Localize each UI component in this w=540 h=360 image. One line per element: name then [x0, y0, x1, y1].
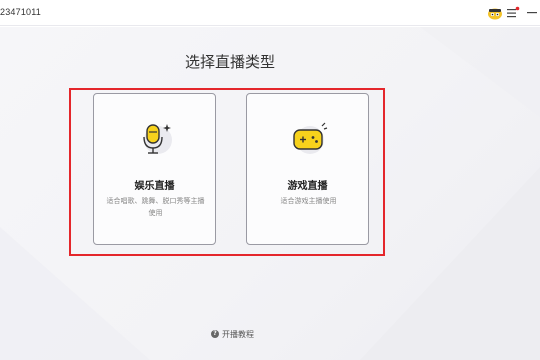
minimize-icon[interactable]	[527, 12, 537, 14]
tutorial-link[interactable]: ? 开播教程	[211, 328, 254, 340]
microphone-icon	[143, 124, 172, 154]
gamepad-icon	[293, 122, 328, 154]
hamburger-menu-icon[interactable]	[506, 6, 520, 20]
title-bar: 23471011	[0, 0, 540, 26]
help-circle-icon: ?	[211, 330, 219, 338]
card-description: 适合唱歌、跳舞、脱口秀等主播使用	[106, 197, 205, 217]
room-id: 23471011	[0, 7, 41, 17]
tutorial-label: 开播教程	[222, 329, 254, 339]
entertainment-live-card[interactable]: 娱乐直播 适合唱歌、跳舞、脱口秀等主播使用	[93, 93, 216, 245]
main-panel: 选择直播类型 娱乐直播 适合唱歌、跳舞、脱口秀等主播使用 游戏直播 适合游戏主播…	[0, 27, 540, 360]
page-title: 选择直播类型	[184, 53, 275, 71]
card-title: 娱乐直播	[134, 181, 175, 192]
notification-dot	[515, 6, 520, 11]
game-live-card[interactable]: 游戏直播 适合游戏主播使用	[246, 93, 369, 245]
card-title: 游戏直播	[287, 181, 328, 192]
card-description: 适合游戏主播使用	[280, 197, 337, 205]
avatar-emoji-icon[interactable]	[487, 6, 503, 20]
